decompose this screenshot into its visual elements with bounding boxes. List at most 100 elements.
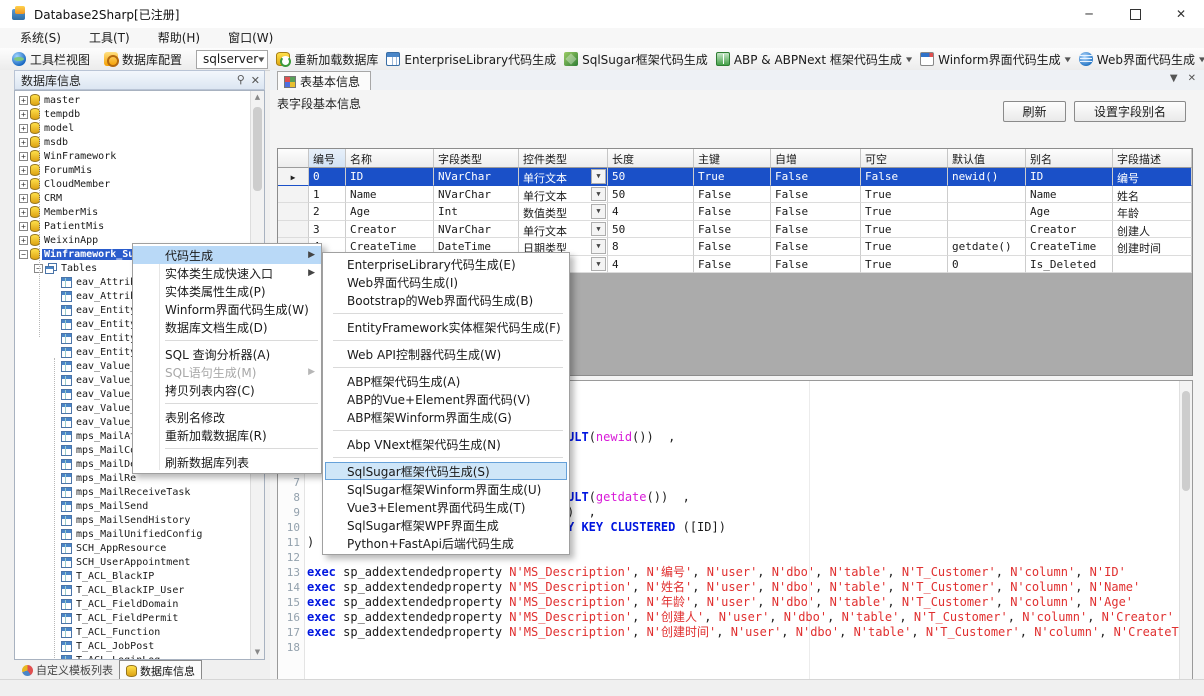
toolbar-button-9[interactable]: Winform界面代码生成▼ — [916, 50, 1075, 69]
tree-node[interactable]: +master — [19, 93, 251, 107]
grid-cell[interactable]: 3 — [309, 221, 346, 239]
menu-item[interactable]: Python+FastApi后端代码生成 — [323, 534, 569, 552]
grid-cell[interactable]: False — [771, 221, 861, 239]
menu-item[interactable]: SqlSugar框架Winform界面生成(U) — [323, 480, 569, 498]
tree-node[interactable]: T_ACL_LoginLog — [61, 653, 251, 660]
tree-node[interactable]: +CRM — [19, 191, 251, 205]
toolbar-button-0[interactable]: 工具栏视图 — [8, 50, 94, 69]
tree-node[interactable]: +msdb — [19, 135, 251, 149]
grid-cell[interactable]: True — [861, 256, 948, 274]
toolbar-button-8[interactable]: ABP & ABPNext 框架代码生成▼ — [712, 50, 916, 69]
grid-cell[interactable]: NVarChar — [434, 168, 519, 186]
menubar-item-0[interactable]: 系统(S) — [6, 27, 75, 49]
grid-cell[interactable]: 年龄 — [1113, 203, 1192, 221]
grid-cell[interactable]: 姓名 — [1113, 186, 1192, 204]
menu-item[interactable]: SqlSugar框架WPF界面生成 — [323, 516, 569, 534]
grid-column-header[interactable]: 长度 — [608, 149, 694, 168]
menu-item[interactable]: SQL 查询分析器(A) — [133, 345, 321, 363]
menu-item[interactable]: 实体类属性生成(P) — [133, 282, 321, 300]
row-selector-cell[interactable] — [278, 221, 309, 239]
tree-node[interactable]: +tempdb — [19, 107, 251, 121]
table-row[interactable]: 2AgeInt数值类型▼4FalseFalseTrueAge年龄 — [278, 203, 1192, 221]
grid-column-header[interactable]: 自增 — [771, 149, 861, 168]
tree-node[interactable]: T_ACL_Function — [61, 625, 251, 639]
grid-cell[interactable] — [948, 203, 1026, 221]
pin-icon[interactable]: ⚲ — [237, 74, 245, 87]
grid-cell[interactable]: False — [861, 168, 948, 186]
grid-cell[interactable]: False — [771, 238, 861, 256]
grid-column-header[interactable]: 控件类型 — [519, 149, 608, 168]
menu-item[interactable]: Abp VNext框架代码生成(N) — [323, 435, 569, 453]
menu-item[interactable]: 表别名修改 — [133, 408, 321, 426]
set-field-alias-button[interactable]: 设置字段别名 — [1074, 101, 1186, 122]
tree-node[interactable]: SCH_UserAppointment — [61, 555, 251, 569]
grid-cell[interactable]: 1 — [309, 186, 346, 204]
grid-cell[interactable]: 4 — [608, 203, 694, 221]
tree-node[interactable]: T_ACL_FieldDomain — [61, 597, 251, 611]
menu-item[interactable]: Web API控制器代码生成(W) — [323, 345, 569, 363]
menubar-item-3[interactable]: 窗口(W) — [214, 27, 287, 49]
cell-dropdown-icon[interactable]: ▼ — [591, 187, 606, 202]
grid-cell[interactable]: False — [694, 203, 771, 221]
expand-toggle-icon[interactable]: + — [19, 236, 28, 245]
grid-cell[interactable]: NVarChar — [434, 186, 519, 204]
grid-cell[interactable]: Creator — [346, 221, 434, 239]
tree-node[interactable]: SCH_AppResource — [61, 541, 251, 555]
grid-cell[interactable]: False — [771, 203, 861, 221]
tree-node[interactable]: mps_MailUnifiedConfig — [61, 527, 251, 541]
grid-column-header[interactable]: 主键 — [694, 149, 771, 168]
tree-node[interactable]: T_ACL_BlackIP_User — [61, 583, 251, 597]
grid-cell[interactable]: Name — [1026, 186, 1113, 204]
cell-dropdown-icon[interactable]: ▼ — [591, 257, 606, 272]
row-selector-cell[interactable] — [278, 203, 309, 221]
menu-item[interactable]: ABP的Vue+Element界面代码(V) — [323, 390, 569, 408]
grid-cell[interactable] — [1113, 256, 1192, 274]
expand-toggle-icon[interactable]: + — [19, 96, 28, 105]
row-selector-cell[interactable]: ▶ — [278, 168, 309, 186]
grid-cell[interactable]: False — [771, 256, 861, 274]
tree-node[interactable]: +CloudMember — [19, 177, 251, 191]
menu-item[interactable]: 实体类生成快速入口▶ — [133, 264, 321, 282]
expand-toggle-icon[interactable]: + — [19, 194, 28, 203]
toolbar-button-7[interactable]: SqlSugar框架代码生成 — [560, 50, 712, 69]
menu-item[interactable]: Winform界面代码生成(W) — [133, 300, 321, 318]
table-row[interactable]: 3CreatorNVarChar单行文本▼50FalseFalseTrueCre… — [278, 221, 1192, 239]
grid-cell[interactable]: True — [694, 168, 771, 186]
menu-item[interactable]: 拷贝列表内容(C) — [133, 381, 321, 399]
grid-cell[interactable]: 50 — [608, 186, 694, 204]
grid-cell[interactable]: False — [694, 186, 771, 204]
minimize-button[interactable]: ─ — [1066, 0, 1112, 28]
cell-dropdown-icon[interactable]: ▼ — [591, 169, 606, 184]
menu-item[interactable]: EnterpriseLibrary代码生成(E) — [323, 255, 569, 273]
grid-cell[interactable]: 0 — [309, 168, 346, 186]
refresh-button[interactable]: 刷新 — [1003, 101, 1066, 122]
grid-cell[interactable]: getdate() — [948, 238, 1026, 256]
scroll-down-icon[interactable]: ▼ — [251, 646, 264, 659]
close-button[interactable]: ✕ — [1158, 0, 1204, 28]
table-row[interactable]: ▶0IDNVarChar单行文本▼50TrueFalseFalsenewid()… — [278, 168, 1192, 186]
grid-cell[interactable]: Creator — [1026, 221, 1113, 239]
expand-toggle-icon[interactable]: + — [19, 166, 28, 175]
grid-cell[interactable]: ID — [1026, 168, 1113, 186]
editor-vertical-scrollbar[interactable] — [1179, 381, 1192, 687]
tree-node[interactable]: +WinFramework — [19, 149, 251, 163]
grid-column-header[interactable]: 字段类型 — [434, 149, 519, 168]
row-selector-cell[interactable] — [278, 186, 309, 204]
grid-cell[interactable]: 单行文本▼ — [519, 221, 608, 239]
grid-cell[interactable]: 编号 — [1113, 168, 1192, 186]
scroll-up-icon[interactable]: ▲ — [251, 91, 264, 104]
grid-cell[interactable]: Age — [346, 203, 434, 221]
tree-node[interactable]: T_ACL_FieldPermit — [61, 611, 251, 625]
expand-toggle-icon[interactable]: − — [19, 250, 28, 259]
grid-cell[interactable]: 2 — [309, 203, 346, 221]
tree-node[interactable]: T_ACL_BlackIP — [61, 569, 251, 583]
grid-cell[interactable]: 50 — [608, 221, 694, 239]
menubar-item-2[interactable]: 帮助(H) — [144, 27, 214, 49]
grid-column-header[interactable]: 默认值 — [948, 149, 1026, 168]
expand-toggle-icon[interactable]: + — [19, 222, 28, 231]
menu-item[interactable]: SQL语句生成(M)▶ — [133, 363, 321, 381]
toolbar-button-2[interactable]: 数据库配置 — [100, 50, 186, 69]
grid-cell[interactable]: False — [694, 221, 771, 239]
grid-column-header[interactable]: 可空 — [861, 149, 948, 168]
toolbar-button-6[interactable]: EnterpriseLibrary代码生成 — [382, 50, 560, 69]
